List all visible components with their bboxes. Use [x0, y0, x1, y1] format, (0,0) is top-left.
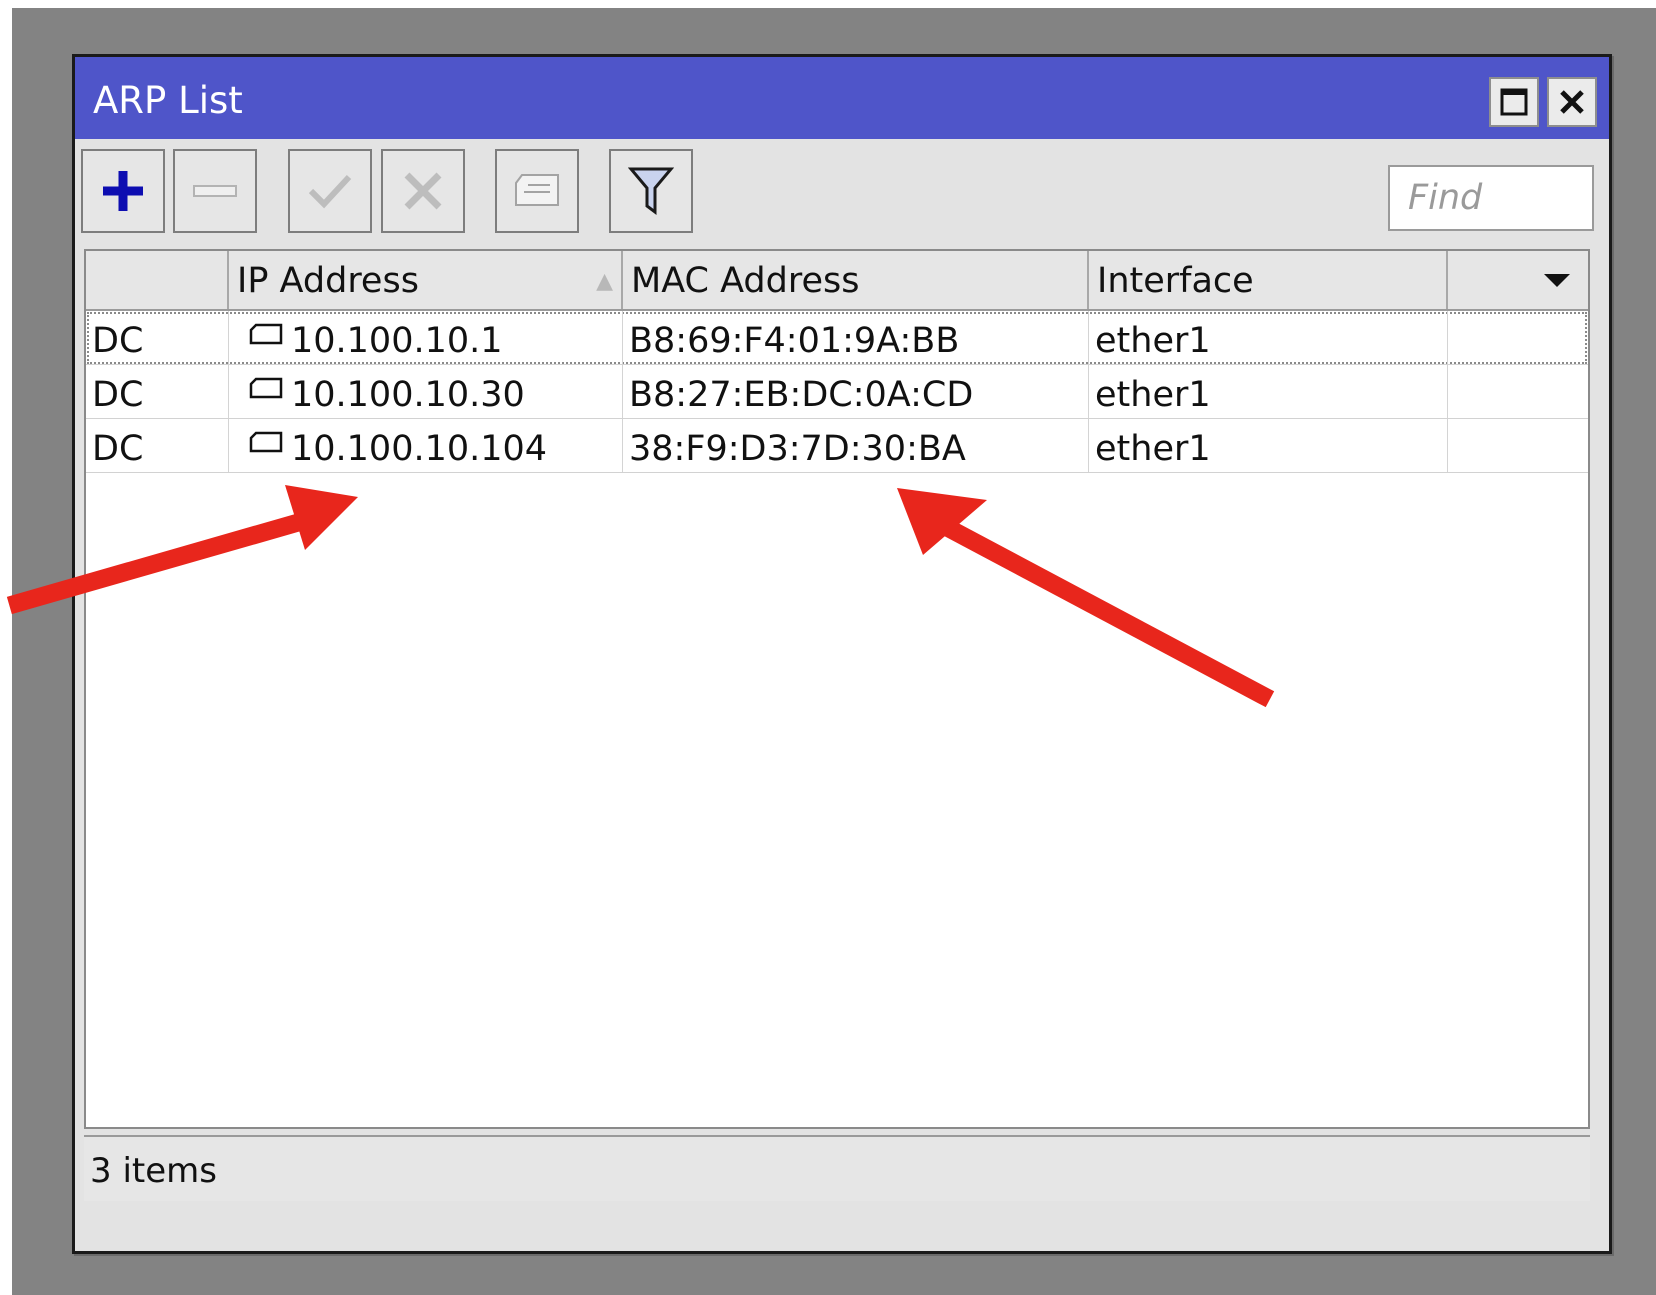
arrow-to-mac-address	[897, 488, 1275, 708]
arrow-to-ip-address	[6, 485, 358, 615]
annotation-arrows	[6, 485, 1275, 708]
